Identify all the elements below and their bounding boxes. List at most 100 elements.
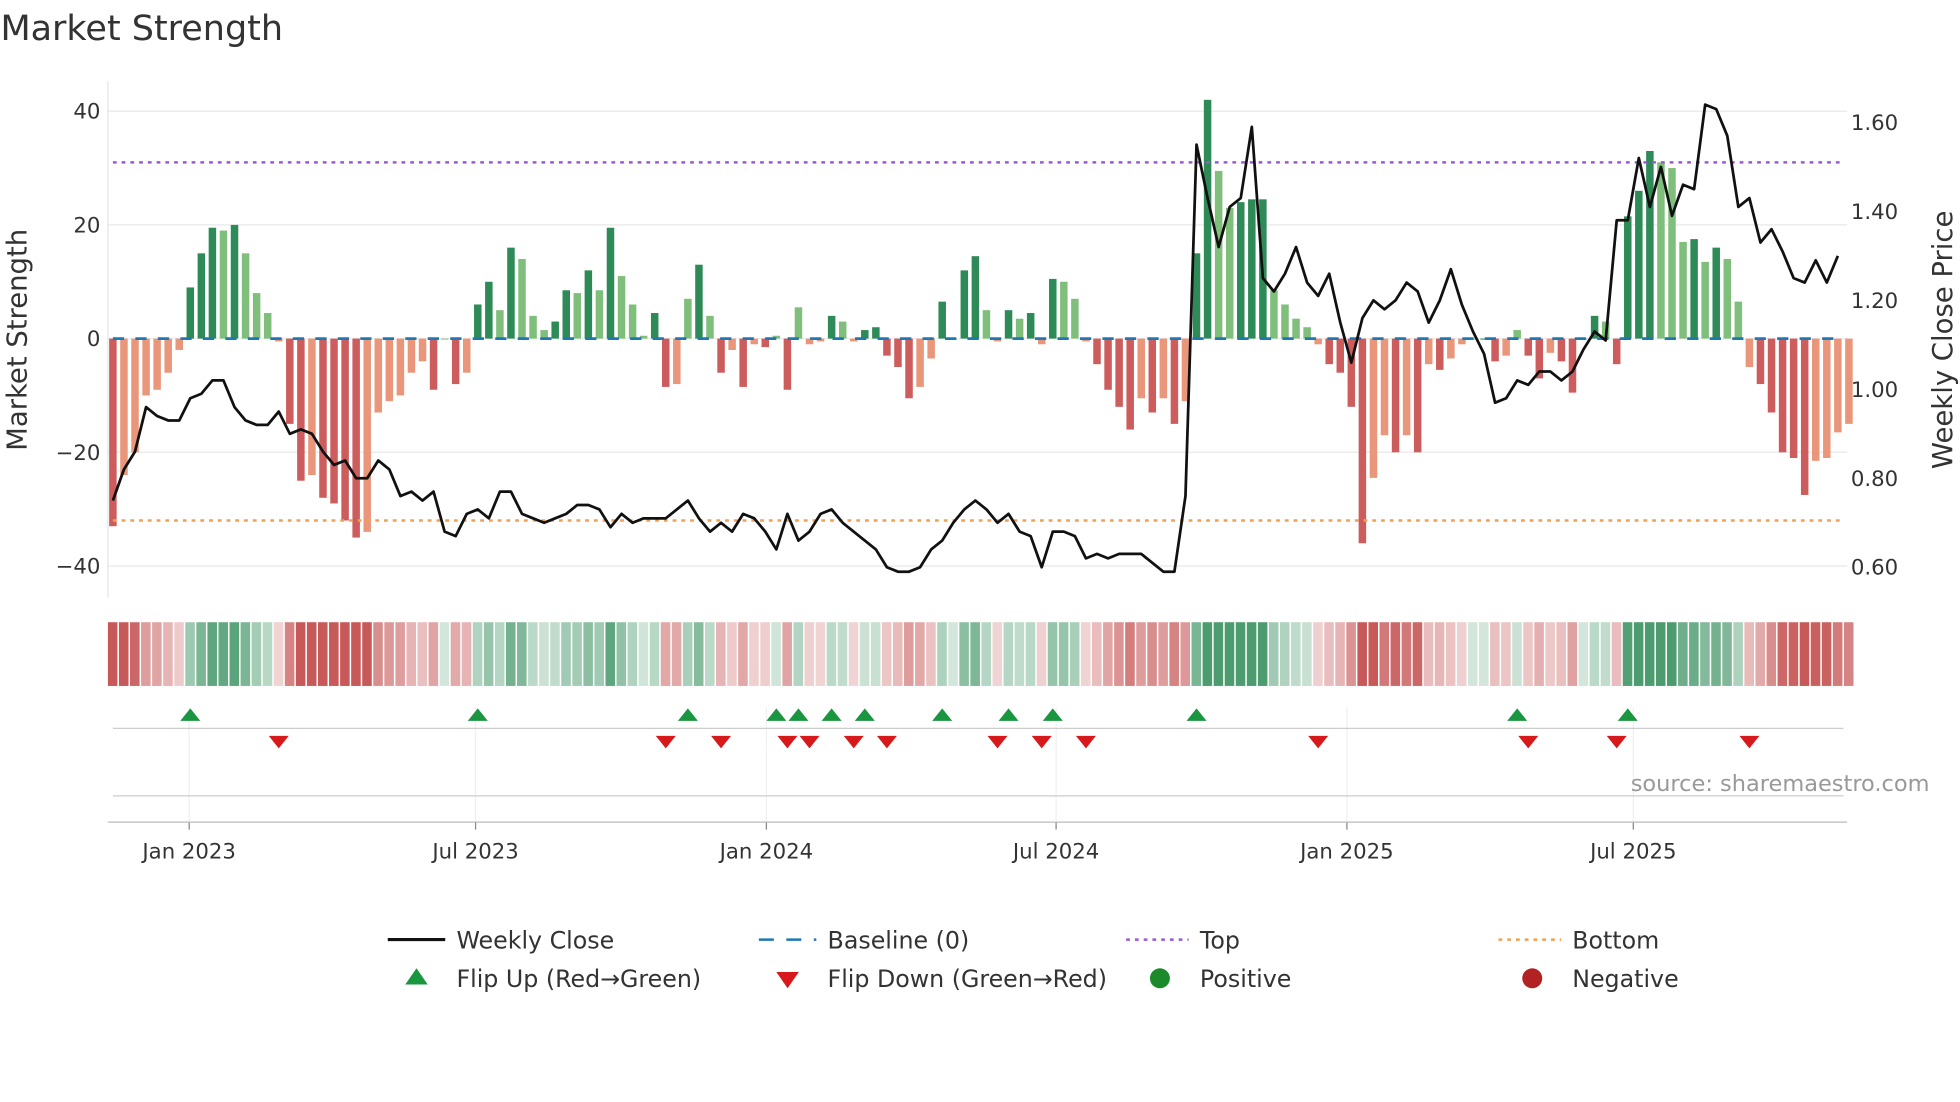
strength-strip-cell: [1302, 622, 1312, 686]
y-tick-right: 1.60: [1851, 111, 1898, 136]
strength-bar: [927, 338, 935, 359]
strength-bar: [1745, 338, 1754, 368]
y-tick-left: 0: [87, 327, 101, 352]
flip-up-marker: [788, 708, 809, 721]
strength-bar: [1635, 190, 1643, 339]
strength-bar: [1071, 298, 1079, 339]
strength-strip-cell: [417, 622, 428, 686]
strength-bar: [938, 301, 946, 339]
strength-bar: [529, 315, 537, 339]
strength-strip-cell: [1379, 622, 1390, 686]
strength-strip-cell: [1843, 622, 1854, 686]
flip-down-marker: [987, 735, 1008, 749]
y-axis-left-label: Market Strength: [2, 229, 34, 451]
strength-bar: [186, 287, 195, 339]
flip-down-marker: [711, 735, 732, 749]
strength-strip-cell: [1246, 622, 1257, 686]
strength-strip-cell: [439, 622, 450, 686]
strength-strip-cell: [981, 622, 991, 686]
strength-strip-cell: [1534, 622, 1544, 686]
strength-bar: [1612, 338, 1621, 365]
strength-bar: [1248, 199, 1256, 339]
strength-bar: [1712, 247, 1720, 339]
strength-bar: [418, 338, 427, 362]
market-strength-chart: Market Strength 40 20 0 −20 −40 1.60 1.40 1.20 1…: [0, 9, 1959, 993]
strength-bar: [1270, 290, 1278, 339]
chart-title: Market Strength: [0, 9, 283, 49]
flip-up-marker: [1186, 708, 1207, 721]
strength-bar: [595, 290, 604, 339]
strength-bar: [518, 259, 526, 339]
strength-bar: [1778, 338, 1787, 453]
strength-bar: [308, 338, 316, 476]
strength-bar: [1624, 216, 1632, 339]
strength-bar: [960, 270, 969, 339]
y-tick-left: 20: [73, 213, 100, 238]
strength-bar: [1789, 338, 1798, 458]
strength-strip-cell: [1556, 622, 1566, 686]
strength-strip-cell: [1423, 622, 1434, 686]
strength-strip-cell: [362, 622, 372, 686]
strength-strip-cell: [904, 622, 914, 686]
strength-strip-cell: [141, 622, 151, 686]
legend-label: Bottom: [1572, 926, 1659, 954]
strength-strip-cell: [1434, 622, 1445, 686]
strength-strip-cell: [1257, 622, 1268, 686]
strength-strip-cell: [1058, 622, 1069, 686]
strength-strip-cell: [693, 622, 704, 686]
strength-strip-cell: [1622, 622, 1633, 686]
strength-strip-cell: [1169, 622, 1179, 686]
strength-bar: [462, 338, 471, 373]
strength-bar: [717, 338, 725, 373]
strength-strip-cell: [948, 622, 958, 686]
strength-bar: [208, 227, 217, 339]
strength-strip-cell: [682, 622, 693, 686]
strength-bar: [883, 338, 891, 356]
strength-strip-cell: [107, 622, 118, 686]
strength-strip-cell: [583, 622, 593, 686]
strength-strip-cell: [1467, 622, 1478, 686]
strength-strip-cell: [1158, 622, 1168, 686]
strength-bar: [164, 338, 172, 373]
legend-label: Negative: [1572, 965, 1678, 993]
strength-bar: [451, 338, 460, 385]
strength-bar: [1015, 318, 1024, 339]
strength-bar: [1767, 338, 1776, 413]
strength-strip-cell: [240, 622, 251, 686]
strength-strip-cell: [1080, 622, 1091, 686]
strength-strip-cell: [373, 622, 383, 686]
strength-bar: [1391, 338, 1400, 453]
y-tick-right: 1.40: [1851, 200, 1898, 225]
strength-strip-cell: [671, 622, 682, 686]
source-note: source: sharemaestro.com: [1631, 771, 1930, 797]
strength-strip-cell: [1633, 622, 1644, 686]
strength-strip-cell: [1114, 622, 1124, 686]
strength-bar: [783, 338, 792, 390]
strength-bar: [971, 256, 980, 339]
strength-bar: [1148, 338, 1157, 413]
flip-down-marker: [1308, 735, 1329, 749]
strength-strip-cell: [1180, 622, 1191, 686]
strength-bar: [120, 338, 128, 476]
strength-bar: [1502, 338, 1510, 356]
strength-bar: [153, 338, 161, 390]
strength-bar: [507, 247, 515, 339]
strength-strip-cell: [749, 622, 759, 686]
strength-strip-cell: [218, 622, 229, 686]
strength-bar: [1093, 338, 1101, 365]
strength-strip-cell: [738, 622, 748, 686]
strength-bar: [1336, 338, 1345, 373]
strength-bar: [1060, 281, 1068, 339]
strength-bar: [1557, 338, 1566, 362]
flip-up-marker: [998, 708, 1019, 721]
strength-strip-cell: [1125, 622, 1135, 686]
strength-bar: [1380, 338, 1389, 436]
strength-strip-cell: [1224, 622, 1235, 686]
legend-label: Flip Down (Green→Red): [828, 965, 1107, 993]
strength-bar: [827, 315, 836, 339]
strength-strip-cell: [329, 622, 339, 686]
flip-up-marker: [854, 708, 875, 721]
strength-strip-cell: [760, 622, 770, 686]
strength-strip-cell: [1810, 622, 1821, 686]
strength-bar: [263, 313, 272, 339]
